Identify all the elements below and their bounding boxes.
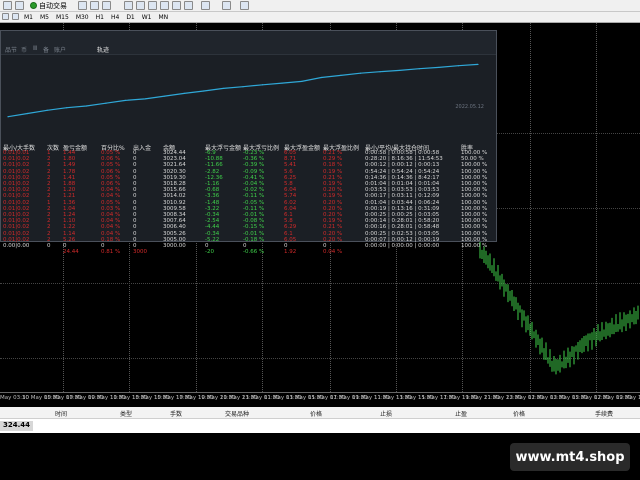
cursor-icon[interactable] [2,13,9,20]
tab-3[interactable]: Ⅲ [33,45,37,52]
equity-point [438,66,440,69]
terminal-column-header[interactable]: 类型 [120,409,132,418]
equity-point [320,76,322,79]
equity-point [7,116,9,118]
chart-window-icon[interactable] [15,1,24,10]
equity-point [477,63,479,66]
crosshair-icon[interactable] [12,13,19,20]
equity-point [222,87,225,90]
terminal-column-header[interactable]: 止盈 [455,409,467,418]
indicators-icon[interactable] [184,1,193,10]
equity-point [183,92,185,94]
totals-cell: 24.44 [63,249,79,256]
new-order-icon[interactable] [3,1,12,10]
equity-point [359,72,362,74]
equity-point [261,84,264,86]
equity-point [379,71,381,73]
balance-value: 324.44 [0,421,34,431]
terminal-column-header[interactable]: 时间 [55,409,67,418]
timeframe-mn[interactable]: MN [159,14,169,21]
equity-point [164,95,166,97]
equity-point [66,107,68,109]
scroll-chart-icon[interactable] [160,1,169,10]
play-icon [30,2,37,9]
main-toolbar: 自动交易 [0,0,640,12]
equity-point [242,86,244,88]
auto-trading-label: 自动交易 [39,1,67,10]
equity-point [124,99,127,102]
terminal-column-header[interactable]: 价格 [513,409,525,418]
timeframe-toolbar: M1 M5 M15 M30 H1 H4 D1 W1 MN [0,12,640,23]
totals-cell: 0.81 % [101,249,121,256]
equity-point [457,65,460,67]
templates-icon[interactable] [240,1,249,10]
table-cell: 0 [47,243,51,249]
terminal-panel: 时间 类型 手数 交易品种 价格 止损 止盈 价格 手续费 324.44 [0,407,640,433]
terminal-column-header[interactable]: 价格 [310,409,322,418]
equity-date-label: 2022.05.12 [455,104,484,110]
equity-series-line [7,63,479,118]
totals-cell: 3000 [133,249,147,256]
table-cell: 0:00:00 | 0:00:00 | 0:00:00 [365,243,440,249]
tile-windows-icon[interactable] [148,1,157,10]
time-axis: May 03:30 10 May 05:30 10 May 07:30 10 May … [0,392,640,406]
bar-chart-icon[interactable] [78,1,87,10]
equity-point [399,69,401,72]
timeframe-m1[interactable]: M1 [24,14,33,21]
tab-4[interactable]: 备 [43,45,49,54]
equity-point [203,90,205,92]
timeframe-m5[interactable]: M5 [40,14,49,21]
equity-point [46,109,48,111]
equity-point [144,98,146,100]
equity-point [340,74,342,76]
zoom-out-icon[interactable] [136,1,145,10]
statistics-table: 最小/大手数 次数 盈亏金额 百分比% 出入金 余额 最大浮亏金额 最大浮亏比例 最大浮盈金额最… [1,143,498,255]
zoom-in-icon[interactable] [124,1,133,10]
table-cell: 3000.00 [163,243,186,249]
equity-point [85,105,87,107]
terminal-column-header[interactable]: 手数 [170,409,182,418]
terminal-column-header[interactable]: 手续费 [595,409,613,418]
timeframe-h4[interactable]: H4 [111,14,119,21]
terminal-column-header[interactable]: 止损 [380,409,392,418]
periods-icon[interactable] [222,1,231,10]
timeframe-d1[interactable]: D1 [126,14,134,21]
timeframe-m15[interactable]: M15 [56,14,69,21]
totals-cell: -0.66 % [243,249,265,256]
panel-tabs: 品 节 币 Ⅲ 备 账户 轨迹 [1,31,496,55]
tab-account[interactable]: 账户 [54,45,66,54]
line-chart-icon[interactable] [102,1,111,10]
equity-point [418,68,420,70]
equity-point [26,112,29,115]
terminal-header: 时间 类型 手数 交易品种 价格 止损 止盈 价格 手续费 [0,407,640,419]
chart-shift-icon[interactable] [172,1,181,10]
timeframe-w1[interactable]: W1 [142,14,152,21]
tab-1[interactable]: 节 [11,45,17,54]
totals-cell: 0.04 % [323,249,343,256]
tab-2[interactable]: 币 [21,45,27,54]
equity-point [301,80,303,82]
tab-trajectory[interactable]: 轨迹 [97,45,109,54]
equity-point [281,82,283,84]
add-indicator-icon[interactable] [201,1,210,10]
watermark-badge: www.mt4.shop [510,443,630,471]
table-cell: 0.00|0.00 [3,243,30,249]
timeframe-h1[interactable]: H1 [96,14,104,21]
equity-point [105,102,107,104]
timeframe-bar: M1 M5 M15 M30 H1 H4 D1 W1 MN [24,12,175,23]
totals-cell: -20 [205,249,214,256]
auto-trading-button[interactable]: 自动交易 [30,0,67,11]
statistics-panel: 品 节 币 Ⅲ 备 账户 轨迹 2022.05.12 最小/大手数 次数 盈亏金额百… [0,30,498,255]
time-axis-label: 12 May 11:30 [616,395,640,401]
totals-cell: 1.92 [284,249,297,256]
table-cell: 100.00 % [461,243,488,249]
equity-curve-chart [7,63,479,118]
candle-chart-icon[interactable] [90,1,99,10]
terminal-column-header[interactable]: 交易品种 [225,409,249,418]
timeframe-m30[interactable]: M30 [76,14,89,21]
